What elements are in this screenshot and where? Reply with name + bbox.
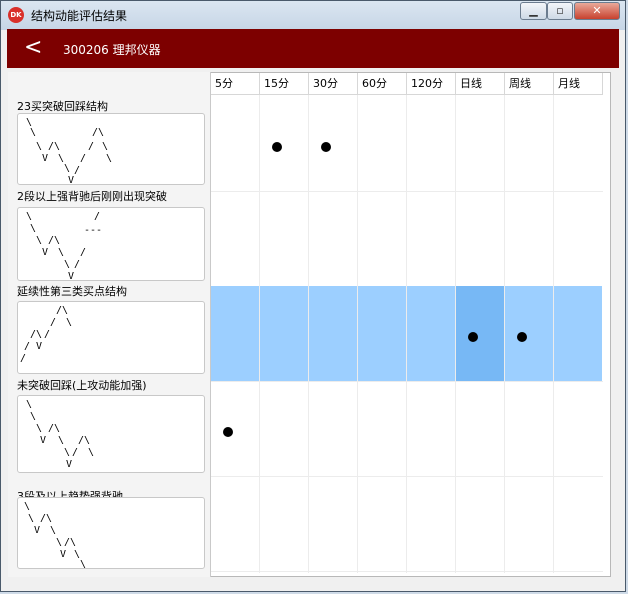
title-bar[interactable]: DK 结构动能评估结果 ▁ ▫ ✕ [1,1,625,30]
column-header: 5分 [211,73,260,95]
pattern-sketch: \ \ /\ V \ /\ \ V \ \ [17,497,205,569]
pattern-sketch: \ \ \ /\ V \ \ V / / / /\ \ \ [17,113,205,185]
pattern-sketch: \ \ \ /\ V \ \ V / / --- / [17,207,205,281]
column-header: 周线 [505,73,554,95]
column-divider [357,95,358,573]
close-button[interactable]: ✕ [574,2,620,20]
grid-cell[interactable] [211,286,260,381]
minimize-button[interactable]: ▁ [520,2,547,20]
pattern-sketch: \ \ \ /\ V \ \ /\ / \ V [17,395,205,473]
pattern-label: 延续性第三类买点结构 [17,285,127,298]
grid-cell[interactable] [456,286,505,381]
grid-cell[interactable] [309,286,358,381]
stock-title: 300206 理邦仪器 [63,43,161,57]
grid-cell[interactable] [554,286,603,381]
signal-dot [272,142,282,152]
result-grid: 5分 15分 30分 60分 120分 日线 周线 月线 [211,73,609,576]
row-divider [211,571,603,572]
pattern-label: 2段以上强背驰后刚刚出现突破 [17,190,167,203]
signal-dot [321,142,331,152]
maximize-button[interactable]: ▫ [547,2,573,20]
grid-cell[interactable] [407,286,456,381]
column-header: 120分 [407,73,456,95]
pattern-label: 23买突破回踩结构 [17,100,108,113]
grid-cell[interactable] [358,286,407,381]
app-logo-icon: DK [8,7,24,23]
column-header: 日线 [456,73,505,95]
row-divider [211,191,603,192]
column-header: 月线 [554,73,603,95]
column-header: 15分 [260,73,309,95]
row-divider [211,381,603,382]
column-divider [553,95,554,573]
back-button[interactable]: < [24,35,42,60]
row-divider [211,476,603,477]
bottom-bar [8,577,611,582]
signal-dot [468,332,478,342]
column-header: 30分 [309,73,358,95]
window-title: 结构动能评估结果 [31,9,128,23]
column-divider [406,95,407,573]
signal-dot [517,332,527,342]
column-divider [259,95,260,573]
column-divider [455,95,456,573]
grid-cell[interactable] [260,286,309,381]
grid-cell[interactable] [505,286,554,381]
pattern-sketch: /\ / \ / /\ / V / [17,301,205,374]
column-divider [504,95,505,573]
app-header: < 300206 理邦仪器 [7,29,619,68]
signal-dot [223,427,233,437]
column-header: 60分 [358,73,407,95]
column-divider [308,95,309,573]
pattern-label: 未突破回踩(上攻动能加强) [17,379,147,392]
